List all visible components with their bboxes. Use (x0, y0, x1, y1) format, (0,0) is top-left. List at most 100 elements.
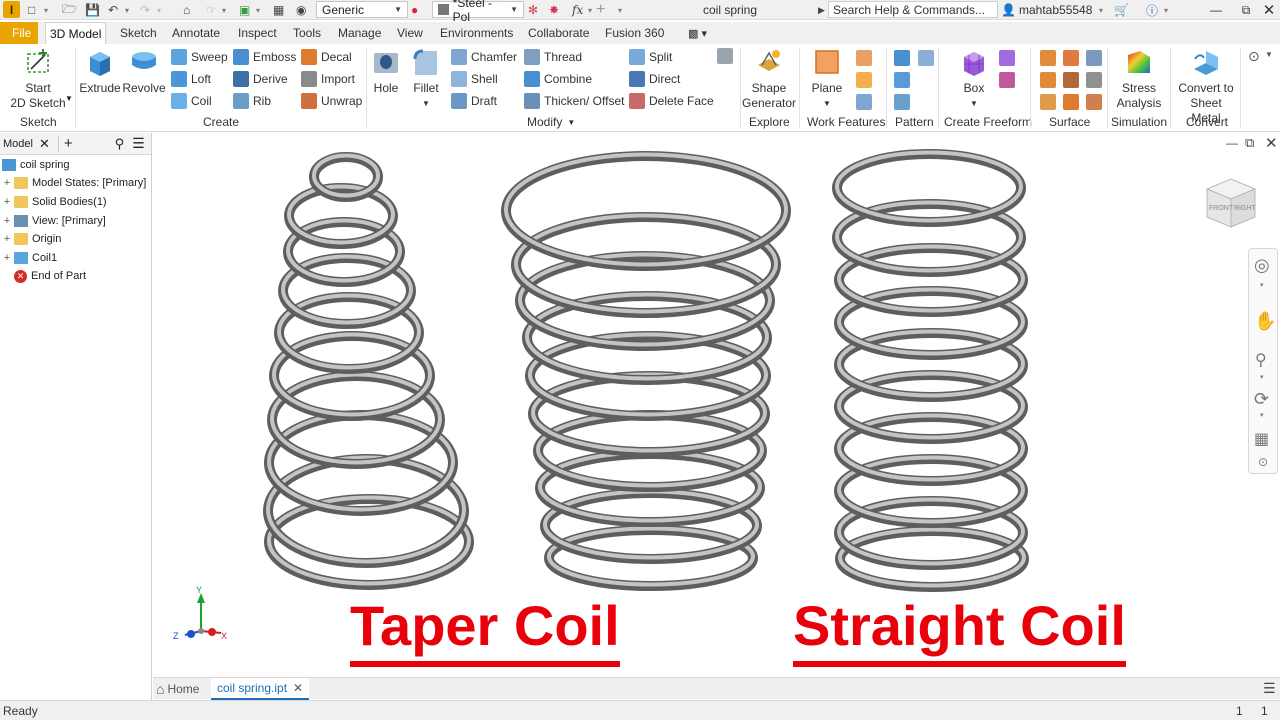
home-icon[interactable]: ⌂ (183, 0, 199, 20)
tree-item-model-states[interactable]: + Model States: [Primary] (0, 174, 146, 192)
repair-icon[interactable] (1040, 94, 1056, 110)
freeform-edit-icon[interactable] (999, 50, 1015, 66)
thread-button[interactable]: Thread (524, 47, 582, 67)
minimize-icon[interactable]: — (1205, 0, 1227, 20)
update-icon[interactable]: ▣ (239, 0, 255, 20)
zoom-dropdown-icon[interactable]: ▾ (1260, 373, 1264, 381)
box-dropdown-icon[interactable]: ▼ (970, 96, 978, 111)
search-icon[interactable]: ⚲ (115, 136, 125, 152)
select-icon[interactable]: ☞ (206, 0, 222, 20)
sweep-button[interactable]: Sweep (171, 47, 228, 67)
graphics-viewport[interactable]: — ⧉ ✕ FRONT RIGHT ◎ ▾ ✋ ⚲ ▾ ⟳ ▾ ▦ ⊙ Y X … (153, 133, 1280, 677)
emboss-button[interactable]: Emboss (233, 47, 296, 67)
help-search-input[interactable]: Search Help & Commands... (828, 1, 998, 18)
restore-icon[interactable]: ⧉ (1235, 0, 1257, 20)
draft-button[interactable]: Draft (451, 91, 497, 111)
help-icon[interactable]: ⓘ (1146, 0, 1162, 20)
expand-icon[interactable]: + (2, 196, 12, 208)
stitch-icon[interactable] (1040, 50, 1056, 66)
freeform-box-button[interactable]: Box ▼ (955, 46, 993, 111)
tab-inspect[interactable]: Inspect (234, 22, 281, 44)
document-menu-icon[interactable]: ☰ (1263, 680, 1276, 697)
measure-icon[interactable]: ▦ (273, 0, 289, 20)
expand-icon[interactable]: + (2, 177, 12, 189)
split-button[interactable]: Split (629, 47, 672, 67)
select-dropdown-icon[interactable]: ▾ (222, 0, 226, 20)
pan-hand-icon[interactable]: ✋ (1254, 311, 1276, 332)
ucs-icon[interactable] (856, 94, 872, 110)
zoom-icon[interactable]: ⚲ (1255, 350, 1267, 370)
fillet-dropdown-icon[interactable]: ▼ (422, 96, 430, 111)
combine-button[interactable]: Combine (524, 69, 592, 89)
parameters-fx-icon[interactable]: fx (572, 0, 588, 20)
orbit-dropdown-icon[interactable]: ▾ (1260, 411, 1264, 419)
fillet-button[interactable]: Fillet ▼ (408, 46, 444, 111)
import-button[interactable]: Import (301, 69, 355, 89)
rectangular-pattern-icon[interactable] (894, 50, 910, 66)
ribbon-options-icon[interactable]: ⊙ (1248, 48, 1260, 65)
clear-appearance-icon[interactable]: ✸ (549, 0, 565, 20)
trim-icon[interactable] (1040, 72, 1056, 88)
straight-coil-model-middle[interactable] (501, 151, 791, 591)
customize-dropdown-icon[interactable]: ▾ (618, 0, 622, 20)
start-2d-sketch-button[interactable]: Start 2D Sketch (10, 46, 66, 111)
tab-environments[interactable]: Environments (436, 22, 517, 44)
stress-analysis-button[interactable]: Stress Analysis (1112, 46, 1166, 111)
fx-dropdown-icon[interactable]: ▾ (588, 0, 592, 20)
sketch-dropdown-icon[interactable]: ▼ (65, 94, 73, 103)
extend-icon[interactable] (1063, 72, 1079, 88)
add-browser-tab-icon[interactable]: + (64, 135, 73, 152)
look-at-icon[interactable]: ▦ (1254, 429, 1269, 449)
mirror-icon[interactable] (918, 50, 934, 66)
wheel-dropdown-icon[interactable]: ▾ (1260, 281, 1264, 289)
ribbon-options-dropdown-icon[interactable]: ▼ (1265, 50, 1273, 59)
minimize-view-icon[interactable]: — (1226, 136, 1238, 150)
material-select[interactable]: Generic ▼ (316, 1, 408, 18)
wireframe-ball-icon[interactable]: ◉ (296, 0, 312, 20)
expand-icon[interactable]: + (2, 233, 12, 245)
revolve-button[interactable]: Revolve (122, 46, 166, 96)
tree-item-solid-bodies[interactable]: + Solid Bodies(1) (0, 193, 107, 211)
direct-button[interactable]: Direct (629, 69, 680, 89)
tab-tools[interactable]: Tools (289, 22, 325, 44)
chamfer-button[interactable]: Chamfer (451, 47, 517, 67)
sketch-pattern-icon[interactable] (894, 94, 910, 110)
unwrap-button[interactable]: Unwrap (301, 91, 362, 111)
tab-fusion-360[interactable]: Fusion 360 (601, 22, 668, 44)
taper-coil-model[interactable] (263, 152, 474, 590)
ruled-surface-icon[interactable] (1086, 94, 1102, 110)
add-icon[interactable]: + (596, 0, 612, 20)
sculpt-icon[interactable] (1063, 50, 1079, 66)
inventor-logo-icon[interactable]: I (3, 1, 20, 18)
panel-label-modify[interactable]: Modify ▼ (527, 115, 575, 129)
tab-3d-model[interactable]: 3D Model (45, 22, 107, 44)
convert-to-sheet-metal-button[interactable]: Convert to Sheet Metal (1174, 46, 1238, 126)
shell-button[interactable]: Shell (451, 69, 498, 89)
user-dropdown-icon[interactable]: ▾ (1099, 0, 1103, 20)
tab-annotate[interactable]: Annotate (168, 22, 224, 44)
rib-button[interactable]: Rib (233, 91, 271, 111)
close-browser-icon[interactable]: ✕ (39, 136, 50, 152)
tab-file[interactable]: File (0, 22, 38, 44)
tab-overflow-icon[interactable]: ▩ ▾ (684, 22, 711, 44)
tree-item-origin[interactable]: + Origin (0, 230, 61, 248)
orbit-icon[interactable]: ⟳ (1254, 389, 1269, 410)
user-icon[interactable]: 👤 (1001, 0, 1017, 20)
browser-tab-model[interactable]: Model (0, 138, 33, 150)
close-window-icon[interactable]: ✕ (1258, 0, 1280, 20)
document-tab-coil-spring[interactable]: coil spring.ipt ✕ (211, 678, 310, 700)
derive-button[interactable]: Derive (233, 69, 288, 89)
thicken-offset-button[interactable]: Thicken/ Offset (524, 91, 624, 111)
tree-item-coil1[interactable]: + Coil1 (0, 249, 57, 267)
tab-view[interactable]: View (393, 22, 427, 44)
circular-pattern-icon[interactable] (894, 72, 910, 88)
restore-view-icon[interactable]: ⧉ (1245, 135, 1254, 151)
cart-icon[interactable]: 🛒 (1114, 0, 1130, 20)
undo-dropdown-icon[interactable]: ▾ (125, 0, 129, 20)
decal-button[interactable]: Decal (301, 47, 352, 67)
username[interactable]: mahtab55548 (1019, 0, 1092, 20)
new-file-icon[interactable]: □ (28, 0, 44, 20)
open-folder-icon[interactable]: 🗁 (62, 0, 78, 20)
replace-face-icon[interactable] (1086, 72, 1102, 88)
appearance-select[interactable]: *Steel - Pol ▼ (432, 0, 524, 24)
